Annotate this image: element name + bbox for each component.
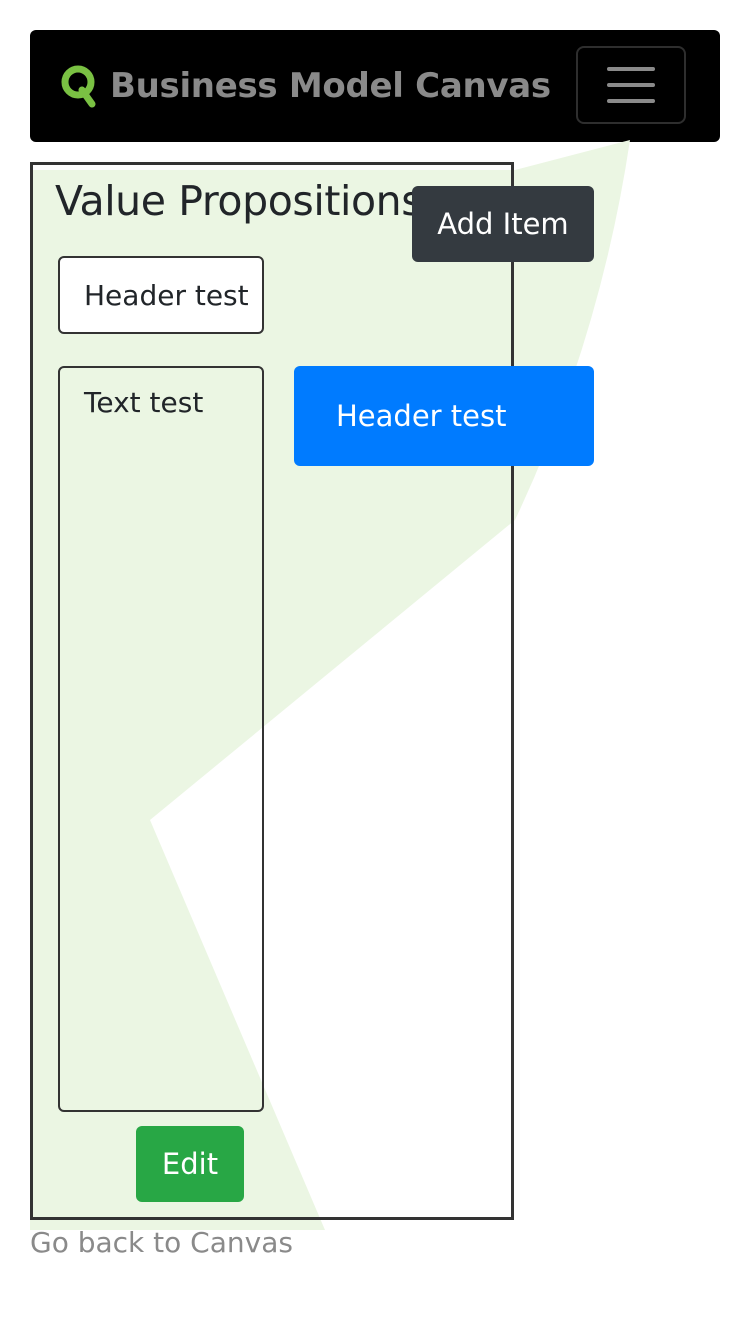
hamburger-menu-icon (607, 67, 655, 71)
edit-button[interactable]: Edit (136, 1126, 244, 1202)
back-to-canvas-link[interactable]: Go back to Canvas (30, 1226, 293, 1259)
hamburger-menu-icon (607, 83, 655, 87)
value-propositions-panel: Value Propositions Header test Text test… (30, 162, 514, 1220)
item-card[interactable]: Header test (294, 366, 594, 466)
q-logo-icon (61, 65, 96, 108)
menu-toggle-button[interactable] (576, 46, 686, 124)
navbar-brand[interactable]: Business Model Canvas (60, 30, 551, 142)
header-input[interactable]: Header test (58, 256, 264, 334)
panel-title: Value Propositions (55, 177, 423, 225)
hamburger-menu-icon (607, 99, 655, 103)
navbar: Business Model Canvas (30, 30, 720, 142)
text-textarea[interactable]: Text test (58, 366, 264, 1112)
brand-title: Business Model Canvas (110, 66, 551, 106)
add-item-button[interactable]: Add Item (412, 186, 594, 262)
